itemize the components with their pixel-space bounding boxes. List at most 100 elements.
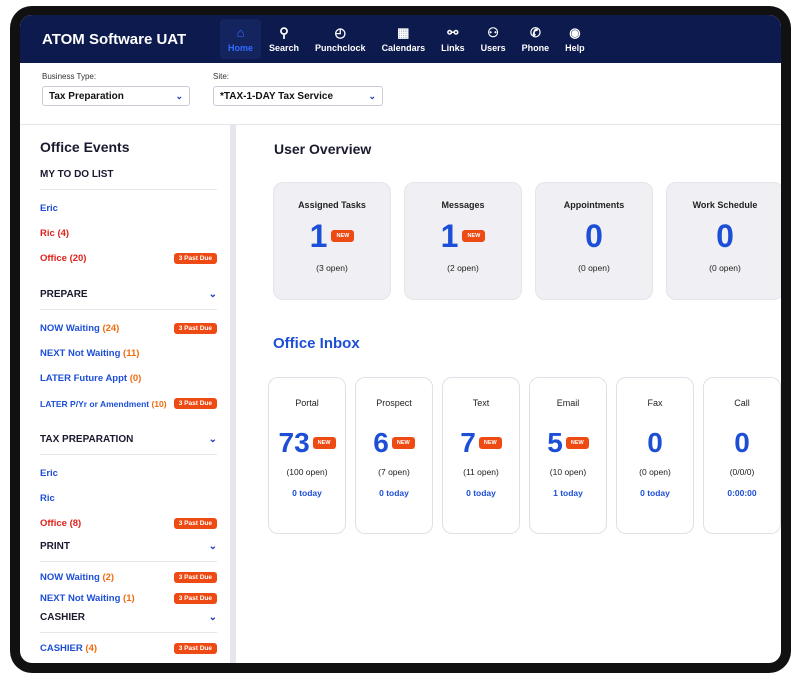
taxprep-item-eric[interactable]: Eric bbox=[40, 466, 217, 481]
nav-links[interactable]: ⚯ Links bbox=[433, 19, 473, 59]
card-subtext: (7 open) bbox=[378, 467, 410, 477]
item-label: Office (8) bbox=[40, 518, 82, 529]
card-title: Assigned Tasks bbox=[298, 200, 366, 210]
past-due-badge: 3 Past Due bbox=[173, 593, 217, 604]
print-item-next-not-waiting[interactable]: NEXT Not Waiting (1) 3 Past Due bbox=[40, 591, 217, 606]
new-badge: NEW bbox=[478, 437, 502, 449]
past-due-badge: 3 Past Due bbox=[173, 398, 217, 409]
card-title: Prospect bbox=[376, 398, 412, 408]
inbox-fax-card[interactable]: Fax 0 (0 open) 0 today bbox=[616, 377, 694, 534]
todo-item-ric[interactable]: Ric (4) bbox=[40, 226, 217, 241]
today-link[interactable]: 0 today bbox=[617, 488, 693, 498]
todo-item-eric[interactable]: Eric bbox=[40, 201, 217, 216]
call-duration[interactable]: 0:00:00 bbox=[704, 488, 780, 498]
nav-calendars[interactable]: ▦ Calendars bbox=[374, 19, 434, 59]
card-subtext: (0 open) bbox=[709, 263, 741, 273]
inbox-portal-card[interactable]: Portal 73 NEW (100 open) 0 today bbox=[268, 377, 346, 534]
business-type-label: Business Type: bbox=[42, 72, 97, 81]
phone-icon: ✆ bbox=[529, 24, 541, 40]
nav-label: Links bbox=[441, 42, 465, 53]
nav-home[interactable]: ⌂ Home bbox=[220, 19, 262, 59]
prepare-item-later-future[interactable]: LATER Future Appt (0) bbox=[40, 371, 217, 386]
nav-label: Help bbox=[565, 42, 585, 53]
main-nav: ⌂ Home ⚲ Search ◴ Punchclock ▦ Calendars… bbox=[220, 15, 593, 63]
taxprep-item-ric[interactable]: Ric bbox=[40, 491, 217, 506]
chevron-down-icon: ⌄ bbox=[175, 90, 183, 101]
section-prepare[interactable]: PREPARE ⌄ bbox=[40, 289, 217, 310]
chevron-down-icon: ⌄ bbox=[208, 541, 217, 552]
site-select[interactable]: *TAX-1-DAY Tax Service ⌄ bbox=[213, 86, 383, 106]
section-tax-preparation[interactable]: TAX PREPARATION ⌄ bbox=[40, 434, 217, 455]
inbox-prospect-card[interactable]: Prospect 6 NEW (7 open) 0 today bbox=[355, 377, 433, 534]
user-overview-title: User Overview bbox=[274, 141, 372, 157]
business-type-select[interactable]: Tax Preparation ⌄ bbox=[42, 86, 190, 106]
messages-card[interactable]: Messages 1 NEW (2 open) bbox=[404, 182, 522, 300]
prepare-item-next-not-waiting[interactable]: NEXT Not Waiting (11) bbox=[40, 346, 217, 361]
card-subtext: (10 open) bbox=[549, 467, 587, 477]
item-label: NOW Waiting (2) bbox=[40, 572, 115, 583]
chevron-down-icon: ⌄ bbox=[208, 289, 217, 300]
item-label: LATER P/Yr or Amendment (10) bbox=[40, 398, 167, 409]
card-subtext: (2 open) bbox=[447, 263, 479, 273]
section-cashier[interactable]: CASHIER ⌄ bbox=[40, 612, 217, 633]
link-icon: ⚯ bbox=[447, 24, 459, 40]
card-value: 0 bbox=[647, 427, 663, 458]
nav-help[interactable]: ◉ Help bbox=[557, 19, 593, 59]
item-label: NEXT Not Waiting (1) bbox=[40, 593, 135, 604]
new-badge: NEW bbox=[565, 437, 589, 449]
past-due-badge: 3 Past Due bbox=[173, 253, 217, 264]
card-title: Fax bbox=[647, 398, 663, 408]
past-due-badge: 3 Past Due bbox=[173, 518, 217, 529]
prepare-item-now-waiting[interactable]: NOW Waiting (24) 3 Past Due bbox=[40, 321, 217, 336]
today-link[interactable]: 0 today bbox=[356, 488, 432, 498]
nav-label: Home bbox=[228, 42, 254, 53]
home-icon: ⌂ bbox=[236, 24, 245, 40]
card-title: Work Schedule bbox=[692, 200, 758, 210]
inbox-text-card[interactable]: Text 7 NEW (11 open) 0 today bbox=[442, 377, 520, 534]
section-heading: CASHIER bbox=[40, 612, 86, 623]
chevron-down-icon: ⌄ bbox=[208, 612, 217, 623]
new-badge: NEW bbox=[391, 437, 415, 449]
nav-label: Users bbox=[480, 42, 506, 53]
today-link[interactable]: 0 today bbox=[269, 488, 345, 498]
work-schedule-card[interactable]: Work Schedule 0 (0 open) bbox=[666, 182, 781, 300]
cashier-item[interactable]: CASHIER (4) 3 Past Due bbox=[40, 641, 217, 656]
chevron-down-icon: ⌄ bbox=[208, 434, 217, 445]
card-title: Email bbox=[556, 398, 580, 408]
card-value: 0 bbox=[716, 218, 734, 254]
business-type-value: Tax Preparation bbox=[49, 90, 124, 102]
past-due-badge: 3 Past Due bbox=[173, 323, 217, 334]
chevron-down-icon: ⌄ bbox=[368, 90, 376, 101]
inbox-email-card[interactable]: Email 5 NEW (10 open) 1 today bbox=[529, 377, 607, 534]
nav-label: Punchclock bbox=[315, 42, 366, 53]
office-events-sidebar: Office Events MY TO DO LIST Eric Ric (4)… bbox=[20, 125, 236, 663]
main-content: User Overview Assigned Tasks 1 NEW (3 ope… bbox=[236, 125, 781, 663]
nav-punchclock[interactable]: ◴ Punchclock bbox=[307, 19, 374, 59]
nav-label: Phone bbox=[521, 42, 550, 53]
item-label: LATER Future Appt (0) bbox=[40, 373, 142, 384]
section-print[interactable]: PRINT ⌄ bbox=[40, 541, 217, 562]
section-heading: PREPARE bbox=[40, 289, 88, 300]
past-due-badge: 3 Past Due bbox=[173, 572, 217, 583]
search-icon: ⚲ bbox=[279, 24, 289, 40]
card-value: 7 NEW bbox=[443, 428, 519, 458]
nav-phone[interactable]: ✆ Phone bbox=[514, 19, 558, 59]
calendar-icon: ▦ bbox=[397, 24, 410, 40]
inbox-call-card[interactable]: Call 0 (0/0/0) 0:00:00 bbox=[703, 377, 781, 534]
new-badge: NEW bbox=[462, 230, 486, 242]
prepare-item-later-amendment[interactable]: LATER P/Yr or Amendment (10) 3 Past Due bbox=[40, 396, 217, 411]
card-subtext: (11 open) bbox=[463, 467, 499, 477]
today-link[interactable]: 0 today bbox=[443, 488, 519, 498]
past-due-badge: 3 Past Due bbox=[173, 643, 217, 654]
nav-search[interactable]: ⚲ Search bbox=[261, 19, 307, 59]
print-item-now-waiting[interactable]: NOW Waiting (2) 3 Past Due bbox=[40, 570, 217, 585]
today-link[interactable]: 1 today bbox=[530, 488, 606, 498]
appointments-card[interactable]: Appointments 0 (0 open) bbox=[535, 182, 653, 300]
item-label: NEXT Not Waiting (11) bbox=[40, 348, 140, 359]
todo-item-office[interactable]: Office (20) 3 Past Due bbox=[40, 251, 217, 266]
assigned-tasks-card[interactable]: Assigned Tasks 1 NEW (3 open) bbox=[273, 182, 391, 300]
taxprep-item-office[interactable]: Office (8) 3 Past Due bbox=[40, 516, 217, 531]
nav-users[interactable]: ⚇ Users bbox=[473, 19, 514, 59]
section-my-todo: MY TO DO LIST bbox=[40, 169, 217, 190]
site-value: *TAX-1-DAY Tax Service bbox=[220, 90, 334, 102]
